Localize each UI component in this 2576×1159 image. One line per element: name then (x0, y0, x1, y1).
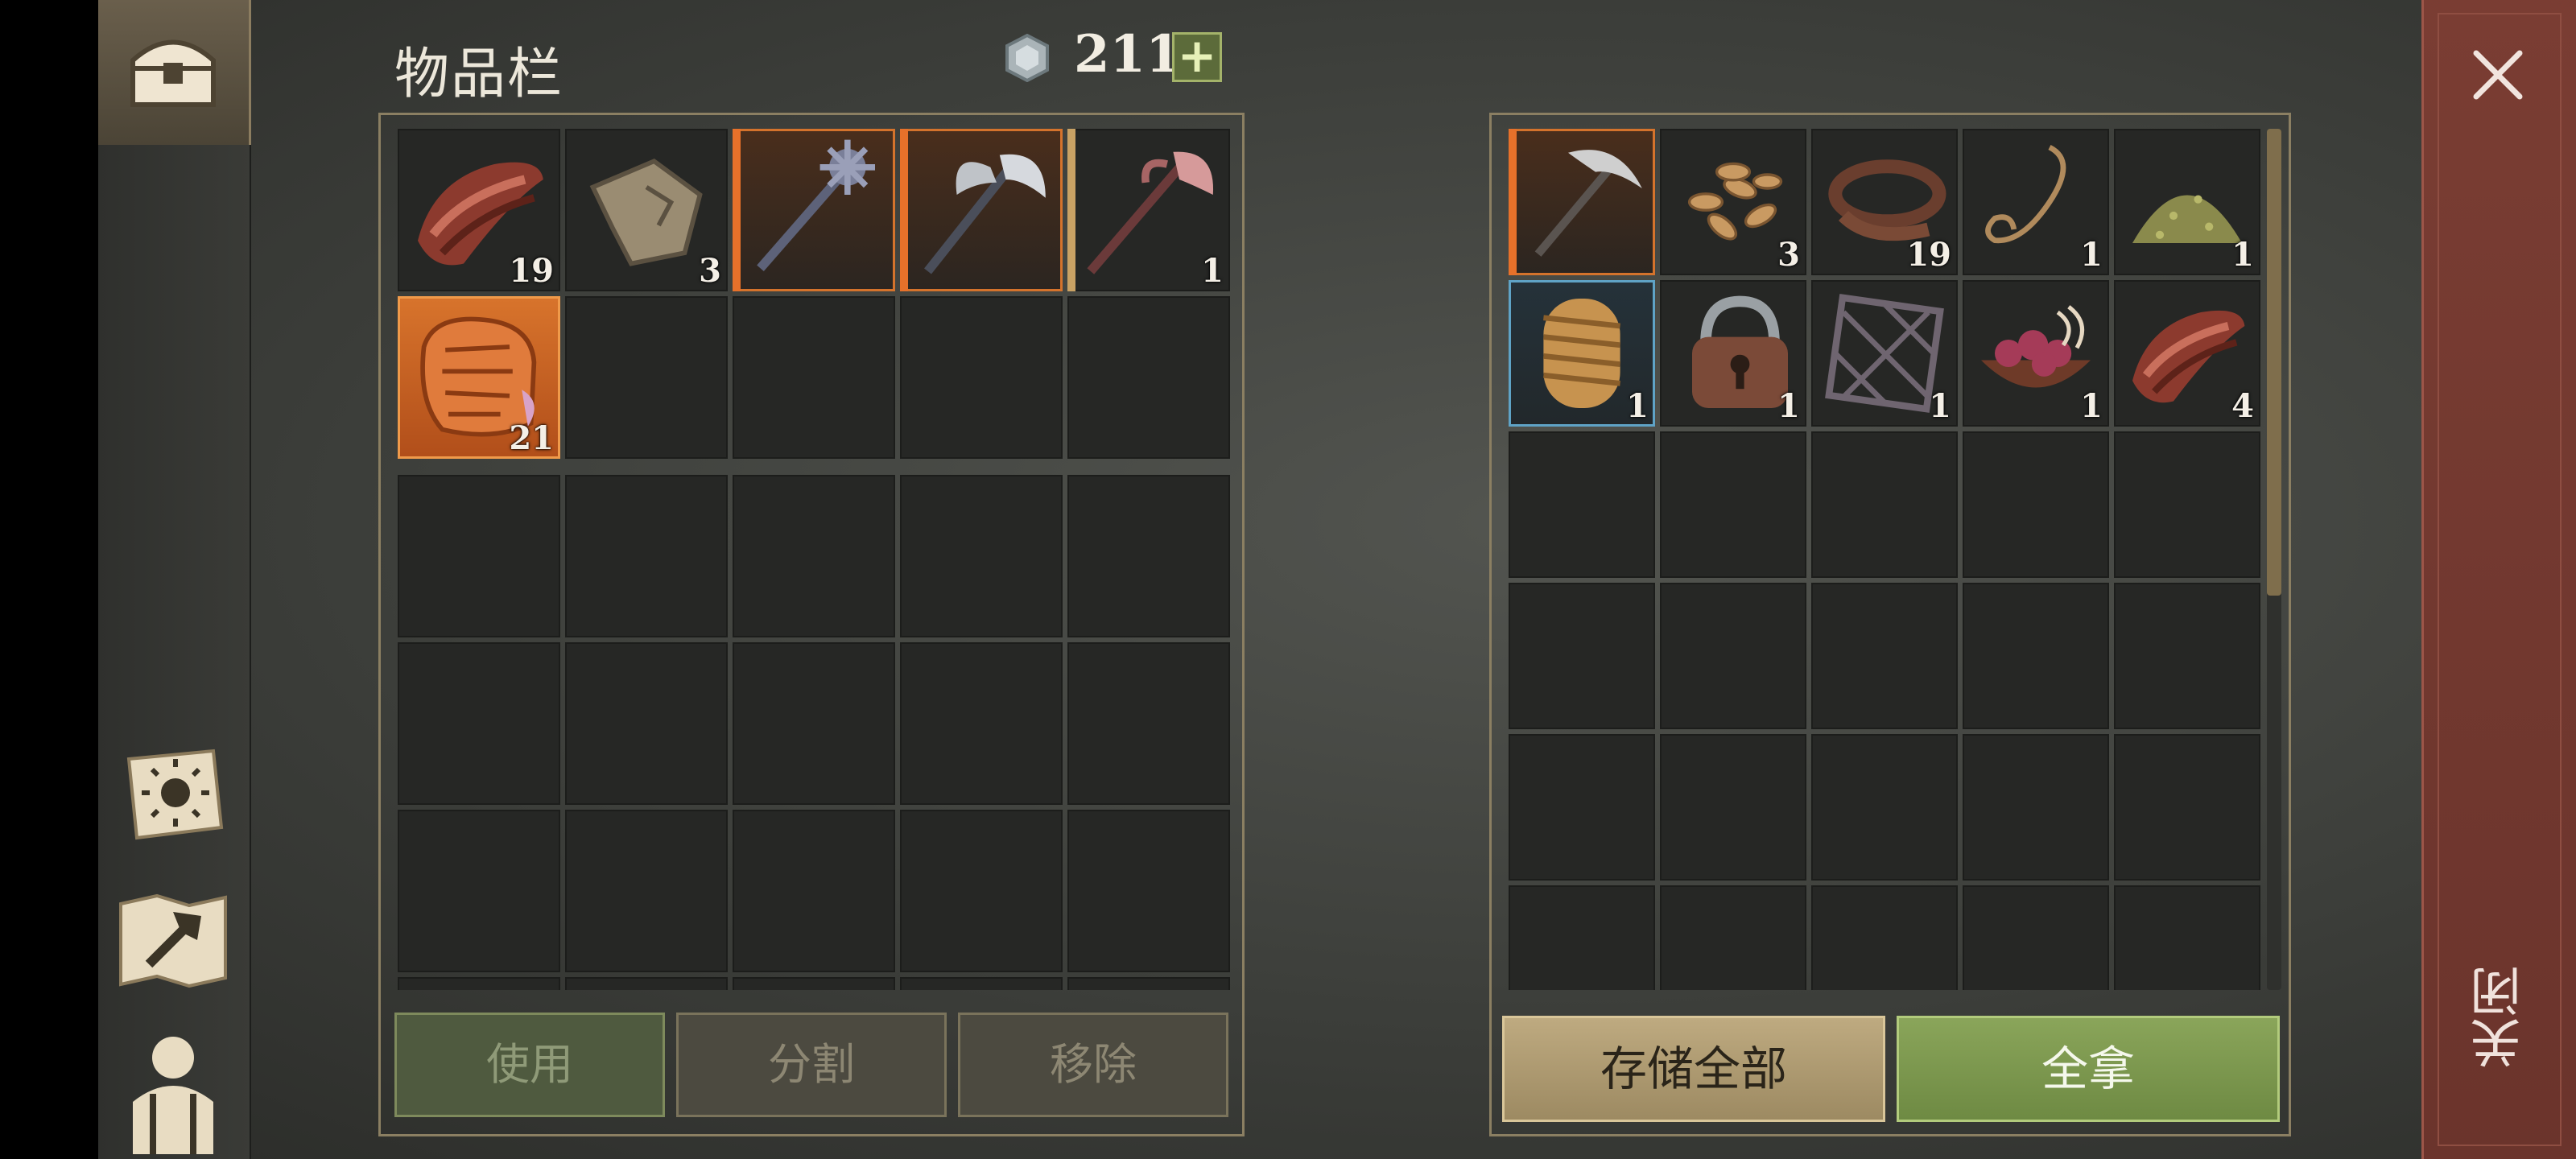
close-icon[interactable] (2470, 47, 2526, 103)
container-grid: 3 19 1 1 1 1 1 1 4 (1509, 129, 2265, 990)
crafting-map-icon[interactable] (109, 884, 237, 996)
empty-slot[interactable] (2114, 583, 2260, 729)
inventory-slot[interactable]: 19 (398, 129, 560, 291)
inventory-slot[interactable] (733, 129, 895, 291)
container-scrollbar[interactable] (2267, 129, 2281, 596)
empty-slot[interactable] (1963, 583, 2109, 729)
inventory-slot[interactable]: 3 (565, 129, 728, 291)
item-quantity: 3 (1777, 236, 1800, 274)
chest-icon[interactable] (109, 16, 237, 129)
empty-slot[interactable] (733, 810, 895, 972)
empty-slot[interactable] (733, 296, 895, 459)
empty-slot[interactable] (900, 296, 1063, 459)
coin-icon (1003, 33, 1051, 83)
empty-slot[interactable] (1660, 583, 1806, 729)
empty-slot[interactable] (900, 642, 1063, 805)
inventory-slot[interactable]: 1 (1509, 280, 1655, 427)
inventory-slot[interactable] (1509, 129, 1655, 275)
item-quantity: 1 (1929, 387, 1951, 425)
inventory-slot[interactable]: 1 (1963, 129, 2109, 275)
empty-slot[interactable] (565, 642, 728, 805)
empty-slot[interactable] (2114, 885, 2260, 990)
item-quantity: 21 (509, 419, 554, 457)
inventory-slot[interactable]: 21 (398, 296, 560, 459)
empty-slot[interactable] (1509, 885, 1655, 990)
empty-slot[interactable] (1811, 583, 1958, 729)
item-quantity: 1 (1626, 387, 1649, 425)
empty-slot[interactable] (900, 475, 1063, 637)
empty-slot[interactable] (1067, 810, 1230, 972)
empty-slot[interactable] (398, 977, 560, 990)
empty-slot[interactable] (565, 296, 728, 459)
item-quantity: 19 (509, 252, 554, 290)
empty-slot[interactable] (733, 977, 895, 990)
item-quantity: 4 (2231, 387, 2254, 425)
add-currency-button[interactable]: + (1172, 32, 1222, 82)
character-icon[interactable] (109, 1021, 237, 1159)
inventory-slot[interactable]: 1 (1811, 280, 1958, 427)
empty-slot[interactable] (1509, 431, 1655, 578)
inventory-slot[interactable]: 19 (1811, 129, 1958, 275)
empty-slot[interactable] (1509, 734, 1655, 881)
inventory-slot[interactable]: 1 (1067, 129, 1230, 291)
empty-slot[interactable] (1660, 734, 1806, 881)
empty-slot[interactable] (565, 475, 728, 637)
item-quantity: 1 (2231, 236, 2254, 274)
empty-slot[interactable] (1509, 583, 1655, 729)
empty-slot[interactable] (733, 642, 895, 805)
inventory-grid-extra (398, 475, 1232, 990)
empty-slot[interactable] (2114, 431, 2260, 578)
inventory-slot[interactable]: 3 (1660, 129, 1806, 275)
empty-slot[interactable] (1963, 734, 2109, 881)
empty-slot[interactable] (1811, 885, 1958, 990)
empty-slot[interactable] (1811, 734, 1958, 881)
empty-slot[interactable] (1067, 296, 1230, 459)
empty-slot[interactable] (900, 810, 1063, 972)
empty-slot[interactable] (900, 977, 1063, 990)
currency-amount: 211 (1074, 24, 1182, 85)
item-quantity: 1 (2080, 236, 2103, 274)
empty-slot[interactable] (1963, 885, 2109, 990)
item-quantity: 1 (1201, 252, 1224, 290)
store-all-button[interactable]: 存储全部 (1502, 1016, 1885, 1122)
use-button[interactable]: 使用 (394, 1013, 665, 1117)
empty-slot[interactable] (398, 810, 560, 972)
screen-edge (0, 0, 98, 1159)
close-label[interactable]: 关闭 (2463, 966, 2530, 1069)
inventory-slot[interactable]: 1 (1660, 280, 1806, 427)
empty-slot[interactable] (1067, 977, 1230, 990)
empty-slot[interactable] (398, 475, 560, 637)
empty-slot[interactable] (1067, 475, 1230, 637)
item-quantity: 1 (1777, 387, 1800, 425)
empty-slot[interactable] (1811, 431, 1958, 578)
split-button[interactable]: 分割 (676, 1013, 947, 1117)
inventory-grid-active: 19 3 1 21 (398, 129, 1232, 459)
item-quantity: 1 (2080, 387, 2103, 425)
take-all-button[interactable]: 全拿 (1897, 1016, 2280, 1122)
inventory-slot[interactable]: 1 (1963, 280, 2109, 427)
empty-slot[interactable] (733, 475, 895, 637)
empty-slot[interactable] (1067, 642, 1230, 805)
inventory-slot[interactable]: 4 (2114, 280, 2260, 427)
journal-icon[interactable] (109, 739, 237, 852)
empty-slot[interactable] (398, 642, 560, 805)
item-quantity: 3 (699, 252, 721, 290)
empty-slot[interactable] (565, 977, 728, 990)
remove-button[interactable]: 移除 (958, 1013, 1228, 1117)
empty-slot[interactable] (1660, 885, 1806, 990)
empty-slot[interactable] (1963, 431, 2109, 578)
inventory-slot[interactable]: 1 (2114, 129, 2260, 275)
item-quantity: 19 (1906, 236, 1951, 274)
empty-slot[interactable] (2114, 734, 2260, 881)
empty-slot[interactable] (1660, 431, 1806, 578)
inventory-title: 物品栏 (394, 43, 564, 106)
inventory-slot[interactable] (900, 129, 1063, 291)
empty-slot[interactable] (565, 810, 728, 972)
